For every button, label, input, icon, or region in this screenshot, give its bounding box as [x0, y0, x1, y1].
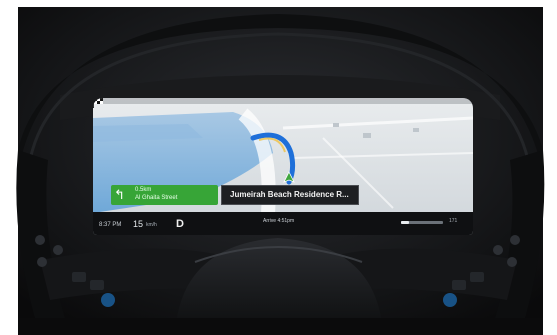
turn-street-name: Al Ghaita Street [135, 195, 178, 201]
car-dashboard-photo: ↰ 0.5km Al Ghaita Street Jumeirah Beach … [0, 0, 557, 335]
instrument-cluster-display: ↰ 0.5km Al Ghaita Street Jumeirah Beach … [93, 98, 473, 235]
clock-time: 8:37 PM [99, 222, 122, 228]
eta-text: Arrive 4:51pm [263, 218, 295, 224]
checkered-flag-icon [93, 98, 103, 108]
gear-indicator: D [176, 218, 184, 230]
turn-left-arrow-icon: ↰ [114, 187, 125, 202]
turn-instruction-card[interactable]: ↰ 0.5km Al Ghaita Street [111, 185, 218, 205]
range-gauge-fill [401, 221, 410, 224]
destination-name: Jumeirah Beach Residence R... [230, 190, 349, 199]
speed-unit: km/h [146, 222, 157, 228]
right-readout: 171 [449, 218, 458, 224]
range-gauge [401, 221, 443, 224]
turn-distance: 0.5km [135, 187, 152, 193]
destination-card[interactable]: Jumeirah Beach Residence R... [221, 185, 359, 205]
speed-value: 15 [133, 219, 144, 229]
status-bar: 8:37 PM 15 km/h D Arrive 4:51pm 171 [93, 214, 473, 235]
